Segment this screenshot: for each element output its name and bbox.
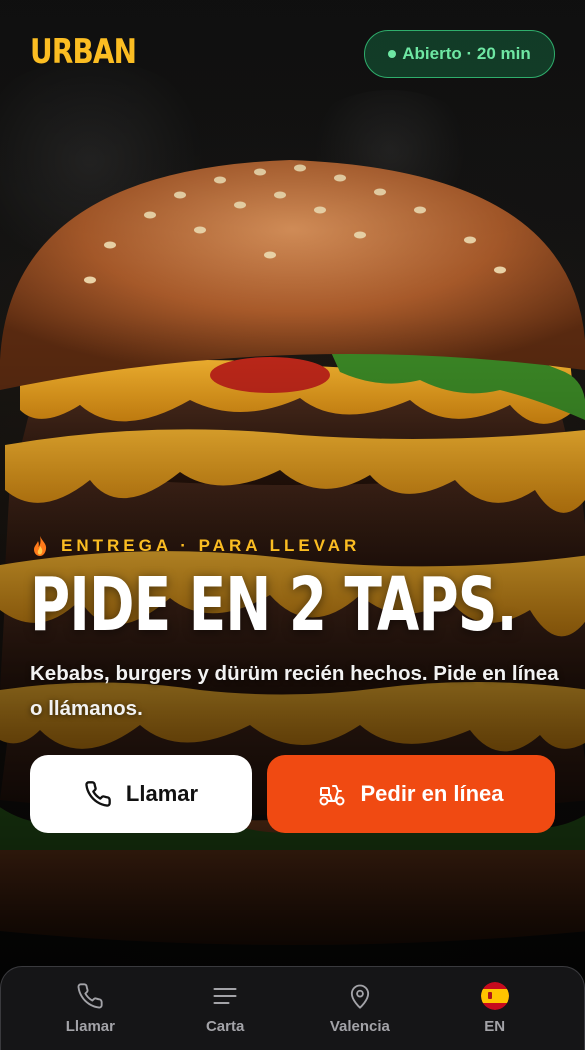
- nav-item-location[interactable]: Valencia: [305, 982, 415, 1035]
- nav-label: Llamar: [65, 1018, 115, 1035]
- nav-item-call[interactable]: Llamar: [35, 982, 145, 1035]
- call-button-label: Llamar: [125, 781, 199, 806]
- nav-item-menu[interactable]: Carta: [170, 982, 280, 1035]
- nav-label: Valencia: [329, 1018, 390, 1035]
- call-button[interactable]: Llamar: [30, 755, 252, 833]
- flame-icon: [34, 536, 47, 556]
- status-badge: Abierto · 20 min: [364, 30, 555, 78]
- nav-label: Carta: [205, 1018, 245, 1035]
- phone-icon: [77, 983, 103, 1009]
- nav-label: EN: [484, 1018, 506, 1035]
- bottom-nav: Llamar Carta Valencia EN: [0, 966, 585, 1050]
- hero-subtext: Kebabs, burgers y dürüm recién hechos. P…: [30, 662, 559, 720]
- spain-flag-icon: [480, 982, 509, 1010]
- scooter-icon: [319, 785, 345, 806]
- hero-background: [0, 0, 585, 1050]
- map-pin-icon: [350, 984, 369, 1009]
- order-button-label: Pedir en línea: [360, 781, 504, 806]
- menu-icon: [213, 987, 237, 1005]
- hero-headline: PIDE EN 2 TAPS.: [30, 562, 517, 648]
- hero-overlay: [0, 0, 585, 1050]
- brand-logo[interactable]: URBAN: [30, 32, 137, 72]
- tagline-text: ENTREGA · PARA LLEVAR: [61, 536, 361, 555]
- status-label: Abierto · 20 min: [402, 44, 531, 63]
- status-dot: [388, 50, 397, 58]
- hero-tagline: ENTREGA · PARA LLEVAR: [33, 536, 360, 556]
- order-online-button[interactable]: Pedir en línea: [267, 755, 555, 833]
- nav-item-language[interactable]: EN: [440, 982, 550, 1035]
- phone-icon: [85, 781, 111, 807]
